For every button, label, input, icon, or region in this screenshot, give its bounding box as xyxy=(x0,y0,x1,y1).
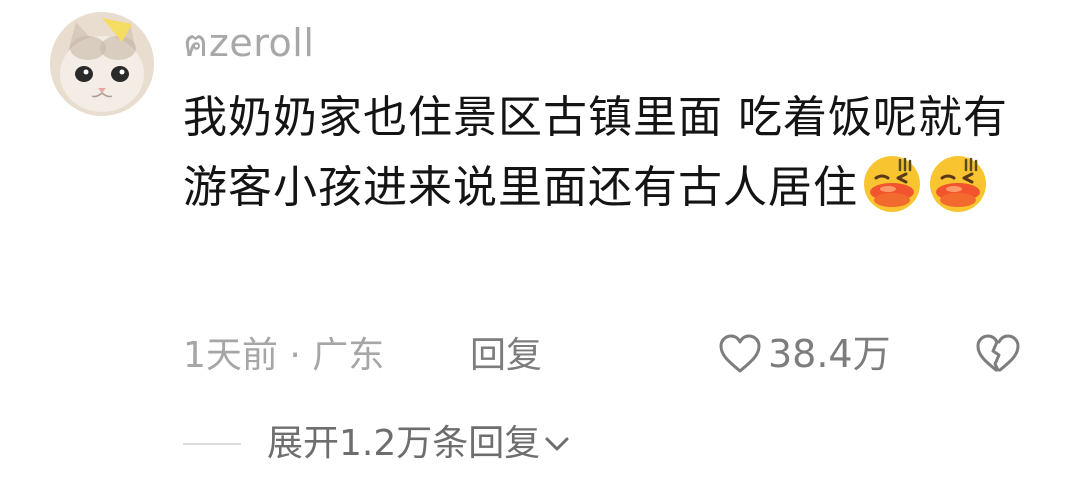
heart-outline-icon xyxy=(719,334,761,373)
time-location: 1天前 · 广东 xyxy=(183,335,385,376)
username[interactable]: ฅzeroll xyxy=(183,20,314,66)
comment-item: ฅzeroll 我奶奶家也住景区古镇里面 吃着饭呢就有游客小孩进来说里面还有古人… xyxy=(0,0,1080,498)
user-avatar[interactable] xyxy=(50,12,154,116)
duck-lips-emoji-icon xyxy=(930,156,986,212)
comment-body: 我奶奶家也住景区古镇里面 吃着饭呢就有游客小孩进来说里面还有古人居住 xyxy=(183,86,1043,220)
dislike-button[interactable] xyxy=(975,333,1021,379)
duck-lips-emoji-icon xyxy=(864,156,920,212)
expand-replies-label: 展开1.2万条回复 xyxy=(267,423,541,464)
reply-button[interactable]: 回复 xyxy=(470,332,542,380)
cat-avatar-icon xyxy=(50,12,154,116)
like-button[interactable]: 38.4万 xyxy=(718,330,891,378)
chevron-down-icon xyxy=(545,437,569,451)
divider-line xyxy=(183,443,241,445)
expand-replies-button[interactable]: 展开1.2万条回复 xyxy=(183,420,570,468)
like-count: 38.4万 xyxy=(768,332,891,376)
broken-heart-icon xyxy=(976,334,1020,372)
